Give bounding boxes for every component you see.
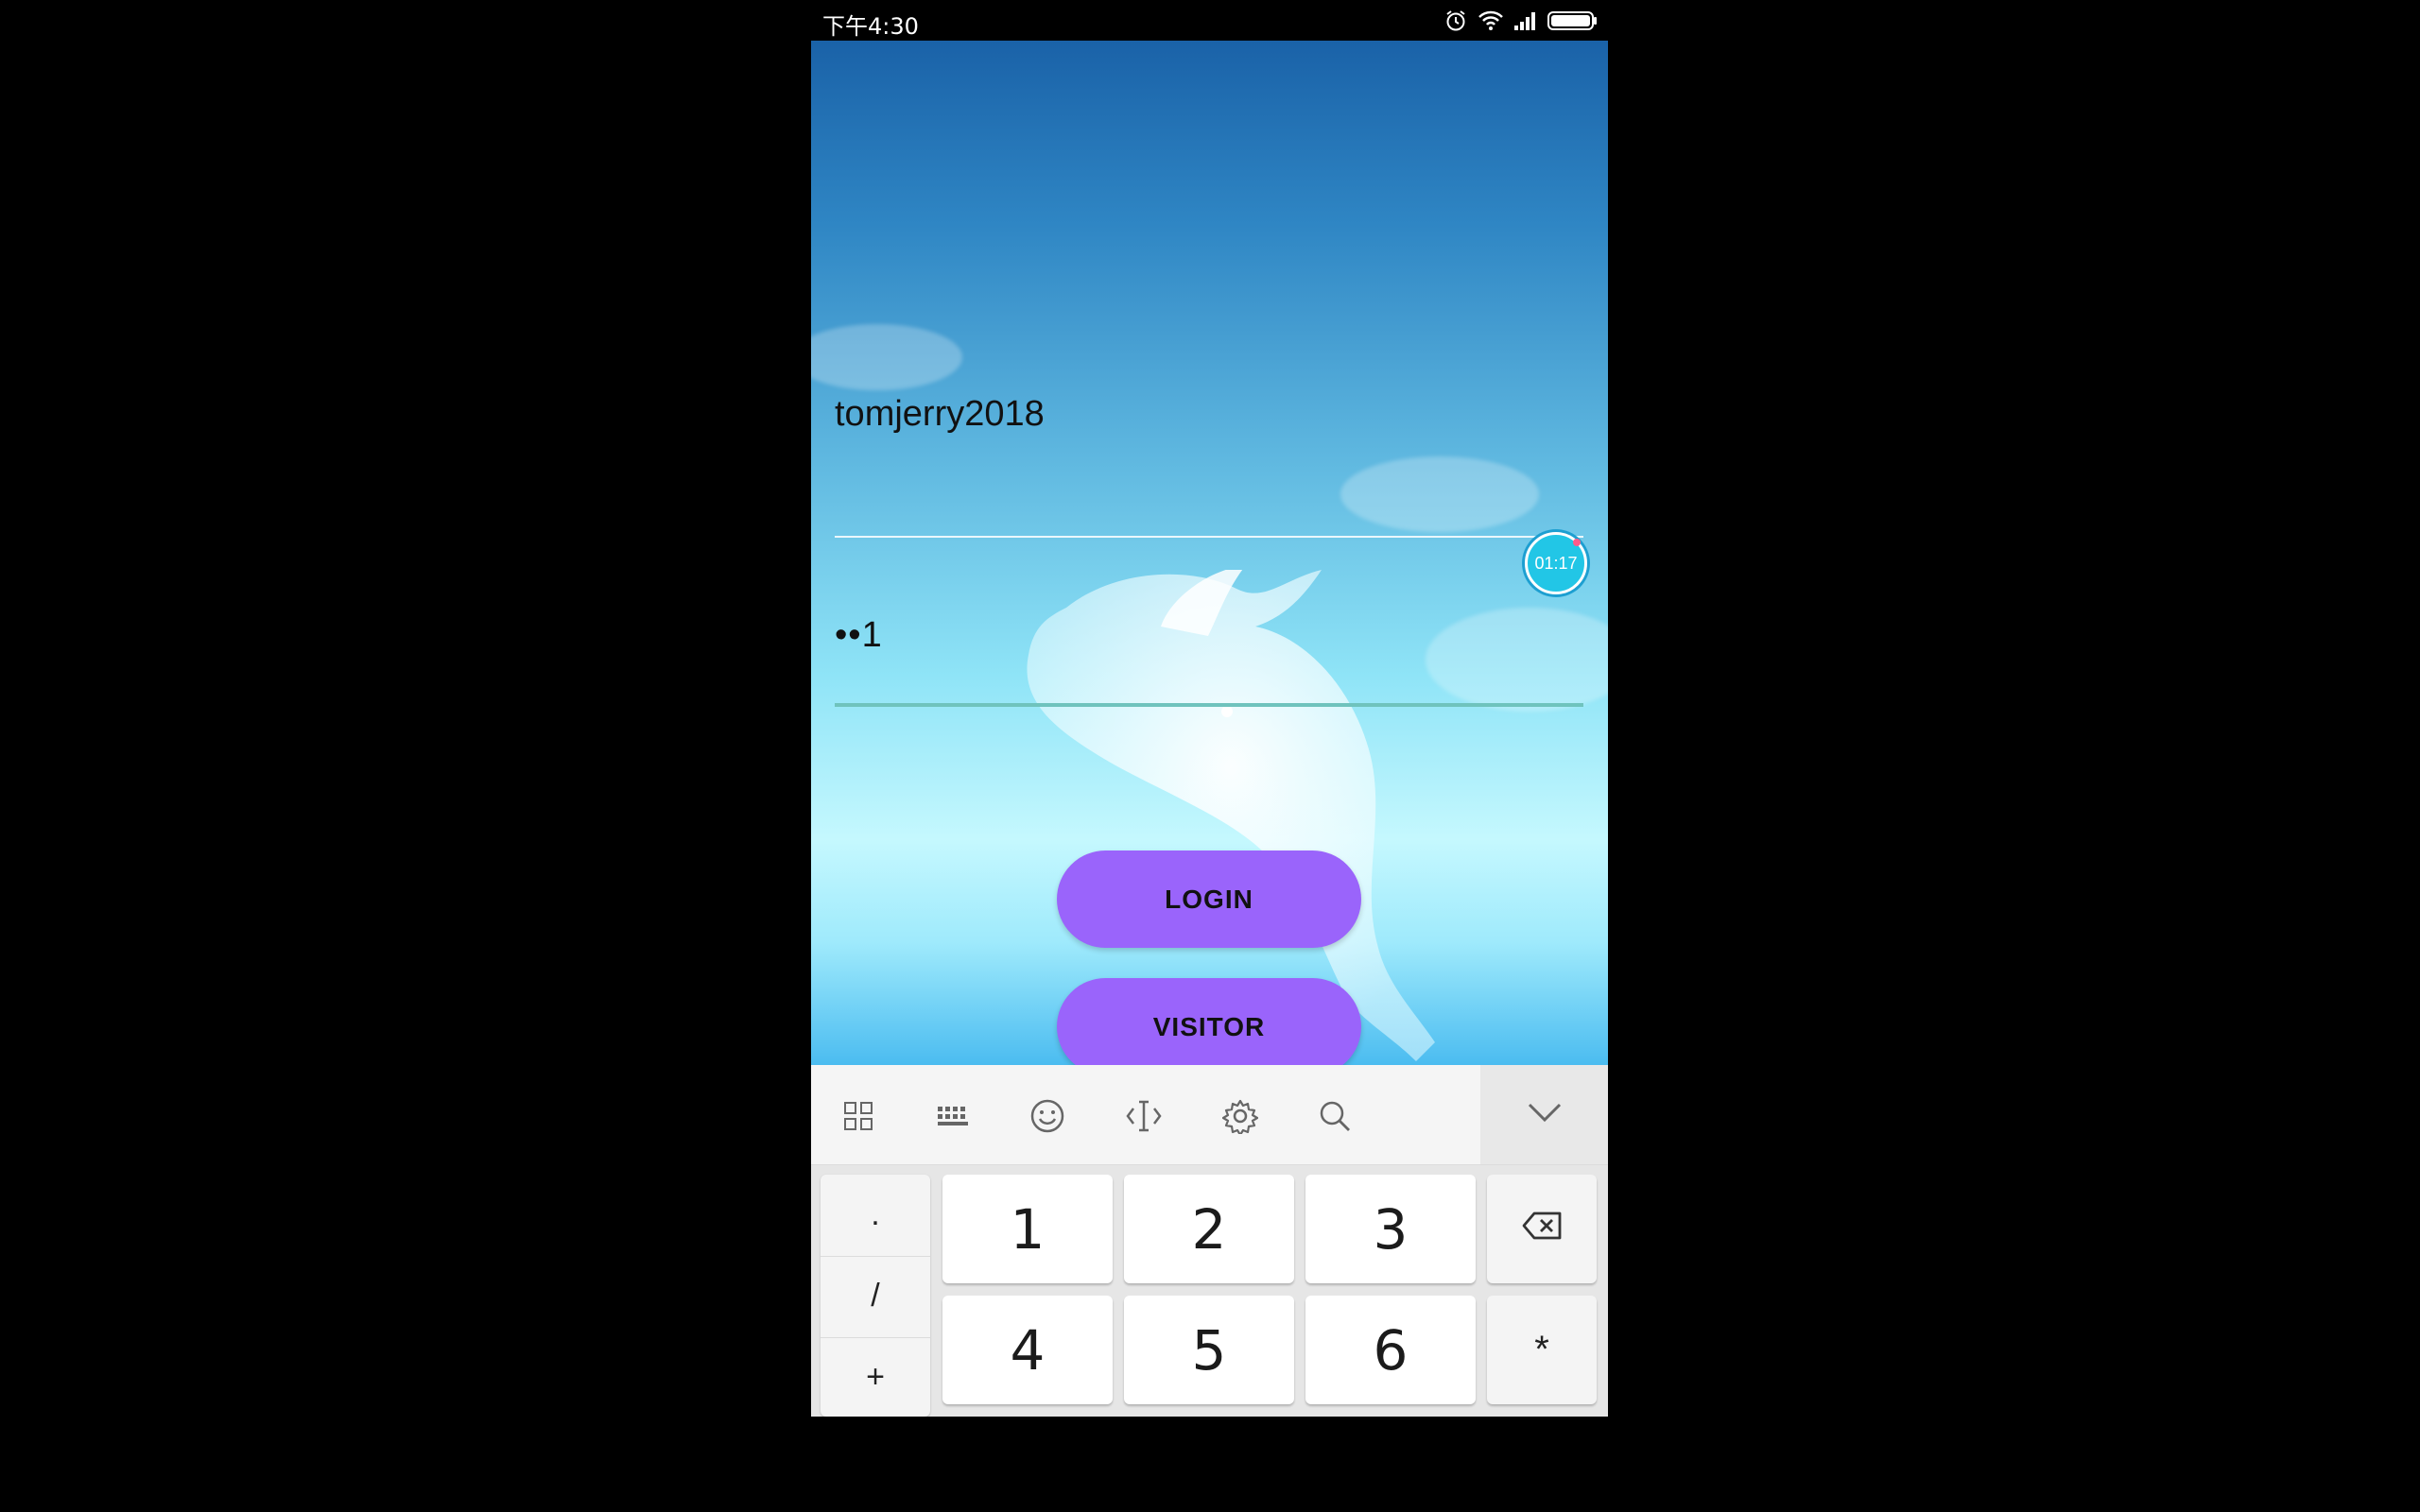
phone-screen: 下午4:30 tomjerry2018 01:17 ••1 LOGIN VISI… [811, 0, 1608, 1417]
grid-icon[interactable] [839, 1097, 877, 1135]
key-star[interactable]: * [1487, 1296, 1597, 1404]
password-underline [835, 703, 1583, 707]
signal-icon [1513, 10, 1538, 31]
timer-text: 01:17 [1534, 553, 1578, 573]
status-time: 下午4:30 [822, 13, 919, 40]
numeric-keyboard: . / + 1 2 3 4 5 6 * [811, 1065, 1608, 1417]
backspace-icon [1521, 1208, 1563, 1250]
key-6[interactable]: 6 [1305, 1296, 1476, 1404]
key-5[interactable]: 5 [1124, 1296, 1294, 1404]
username-input[interactable]: tomjerry2018 [835, 394, 1045, 435]
backspace-key[interactable] [1487, 1175, 1597, 1283]
key-1[interactable]: 1 [942, 1175, 1113, 1283]
key-2[interactable]: 2 [1124, 1175, 1294, 1283]
key-period[interactable]: . [821, 1175, 930, 1255]
keyboard-icon[interactable] [934, 1097, 972, 1135]
notification-dot [1573, 539, 1581, 546]
status-bar: 下午4:30 [811, 0, 1608, 41]
search-icon[interactable] [1316, 1097, 1354, 1135]
key-4[interactable]: 4 [942, 1296, 1113, 1404]
status-icons [1443, 8, 1599, 34]
password-input[interactable]: ••1 [835, 615, 883, 656]
key-slash[interactable]: / [821, 1256, 930, 1336]
wifi-icon [1478, 9, 1504, 32]
timer-overlay-bubble[interactable]: 01:17 [1525, 532, 1587, 594]
key-3[interactable]: 3 [1305, 1175, 1476, 1283]
settings-gear-icon[interactable] [1221, 1097, 1259, 1135]
battery-icon [1547, 10, 1599, 31]
key-plus[interactable]: + [821, 1337, 930, 1417]
keyboard-collapse-button[interactable] [1480, 1065, 1608, 1164]
username-underline [835, 536, 1583, 538]
chevron-down-icon [1526, 1101, 1564, 1128]
visitor-button[interactable]: VISITOR [1057, 978, 1361, 1065]
keyboard-symbol-column: . / + [821, 1175, 930, 1417]
background-cloud [1340, 456, 1539, 532]
alarm-icon [1443, 9, 1468, 33]
login-button[interactable]: LOGIN [1057, 850, 1361, 948]
login-screen: tomjerry2018 01:17 ••1 LOGIN VISITOR [811, 41, 1608, 1065]
background-cloud [811, 324, 962, 390]
emoji-icon[interactable] [1028, 1097, 1066, 1135]
cursor-icon[interactable] [1125, 1097, 1163, 1135]
keyboard-toolbar [811, 1065, 1608, 1165]
